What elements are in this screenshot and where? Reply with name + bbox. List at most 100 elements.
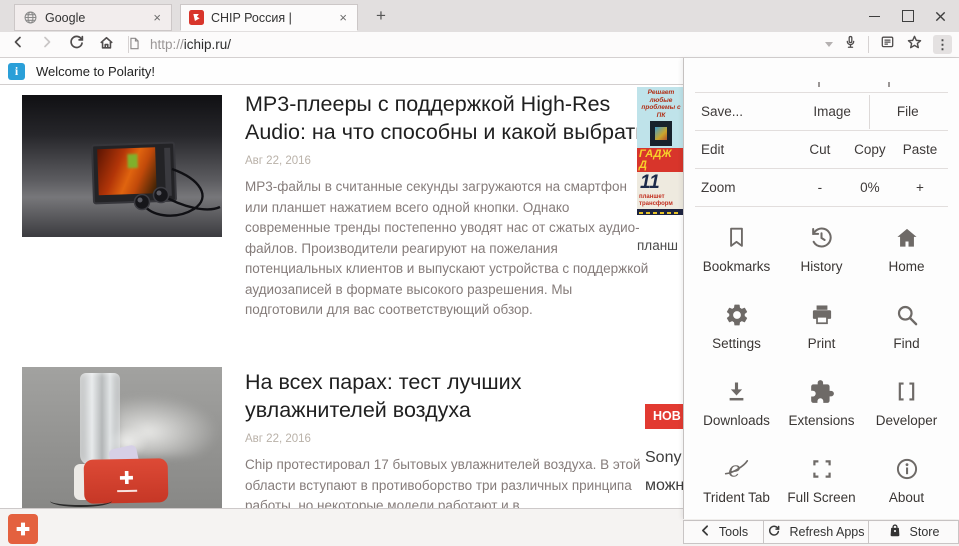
edit-label: Edit xyxy=(701,142,795,157)
home-icon xyxy=(894,224,920,252)
menu-print[interactable]: Print xyxy=(779,287,864,364)
menu-home[interactable]: Home xyxy=(864,210,949,287)
address-dropdown-icon[interactable] xyxy=(825,42,833,47)
save-file-button[interactable]: File xyxy=(870,104,945,119)
menu-about[interactable]: About xyxy=(864,441,949,518)
sidebar-caption: планш xyxy=(637,238,678,253)
close-button[interactable] xyxy=(924,0,957,32)
zoom-in-button[interactable]: + xyxy=(895,180,945,195)
zoom-label: Zoom xyxy=(701,180,795,195)
zoom-level-value: 0% xyxy=(845,180,895,195)
article-1: MP3-плееры с поддержкой High-Res Audio: … xyxy=(245,90,651,321)
home-button[interactable] xyxy=(98,34,115,56)
menu-clipped-row xyxy=(684,58,959,92)
menu-downloads[interactable]: Downloads xyxy=(694,364,779,441)
toolbar-divider xyxy=(868,36,869,53)
find-icon xyxy=(894,301,920,329)
url-text: http://ichip.ru/ xyxy=(150,37,231,52)
reading-list-icon[interactable] xyxy=(879,34,896,55)
article-summary: MP3-файлы в считанные секунды загружаютс… xyxy=(245,177,651,321)
cut-button[interactable]: Cut xyxy=(795,142,845,157)
tab-title: CHIP Россия | xyxy=(211,11,330,25)
new-tab-button[interactable]: + xyxy=(370,5,392,27)
magazine-cover-banner[interactable]: Решает любые проблемы с ПК ГАДЖД 11 план… xyxy=(637,87,685,215)
address-bar[interactable]: http://ichip.ru/ xyxy=(127,32,231,57)
refresh-icon xyxy=(767,524,781,541)
settings-icon xyxy=(724,301,750,329)
cover-thumbnail xyxy=(650,121,672,146)
menu-extensions[interactable]: Extensions xyxy=(779,364,864,441)
article-date: Авг 22, 2016 xyxy=(245,433,651,445)
article-date: Авг 22, 2016 xyxy=(245,155,651,167)
menu-full-screen[interactable]: Full Screen xyxy=(779,441,864,518)
polarity-plus-icon[interactable] xyxy=(8,514,38,544)
forward-button[interactable] xyxy=(39,34,55,55)
article-title-link[interactable]: MP3-плееры с поддержкой High-Res Audio: … xyxy=(245,90,651,146)
paste-button[interactable]: Paste xyxy=(895,142,945,157)
maximize-button[interactable] xyxy=(891,0,924,32)
menu-row-zoom: Zoom - 0% + xyxy=(684,169,959,206)
bookmark-star-icon[interactable] xyxy=(906,34,923,56)
menu-settings[interactable]: Settings xyxy=(694,287,779,364)
cover-band-text: ГАДЖД xyxy=(637,148,685,172)
tab-google[interactable]: Google × xyxy=(14,4,172,31)
navigation-toolbar: http://ichip.ru/ ⋮ xyxy=(0,32,959,58)
menu-row-edit: Edit Cut Copy Paste xyxy=(684,131,959,168)
cover-top-text: Решает любые проблемы с ПК xyxy=(637,87,685,120)
bottom-buttons: Tools Refresh Apps Store xyxy=(683,520,959,544)
tab-close-icon[interactable]: × xyxy=(337,10,349,25)
menu-bookmarks[interactable]: Bookmarks xyxy=(694,210,779,287)
menu-grid: Bookmarks History Home Settings xyxy=(684,207,959,518)
power-cord xyxy=(50,495,112,507)
back-button[interactable] xyxy=(10,34,26,55)
tab-close-icon[interactable]: × xyxy=(151,10,163,25)
svg-text:e: e xyxy=(728,457,741,482)
page-icon xyxy=(127,36,142,54)
menu-developer[interactable]: Developer xyxy=(864,364,949,441)
developer-icon xyxy=(894,378,919,406)
article-title-link[interactable]: На всех парах: тест лучших увлажнителей … xyxy=(245,368,580,424)
trident-ie-icon: e xyxy=(723,455,750,483)
save-image-button[interactable]: Image xyxy=(795,104,870,119)
chip-favicon-icon xyxy=(189,10,204,25)
browser-window: Google × CHIP Россия | × + xyxy=(0,0,959,546)
menu-history[interactable]: History xyxy=(779,210,864,287)
article-2: На всех парах: тест лучших увлажнителей … xyxy=(245,368,651,508)
window-controls xyxy=(858,0,957,32)
info-icon: i xyxy=(8,63,25,80)
history-icon xyxy=(808,224,835,252)
menu-find[interactable]: Find xyxy=(864,287,949,364)
copy-button[interactable]: Copy xyxy=(845,142,895,157)
refresh-apps-button[interactable]: Refresh Apps xyxy=(763,521,869,543)
article-summary: Chip протестировал 17 бытовых увлажнител… xyxy=(245,455,651,508)
cover-number: 11 xyxy=(637,172,685,193)
tools-button[interactable]: Tools xyxy=(684,521,763,543)
about-icon xyxy=(894,455,920,483)
downloads-icon xyxy=(724,378,749,406)
globe-icon xyxy=(23,10,38,25)
menu-row-save: Save... Image File xyxy=(684,93,959,130)
extensions-icon xyxy=(809,378,835,406)
store-bag-icon xyxy=(888,523,902,541)
browser-menu-panel: Save... Image File Edit Cut Copy Paste Z… xyxy=(683,58,959,519)
tab-chip[interactable]: CHIP Россия | × xyxy=(180,4,358,31)
menu-trident-tab[interactable]: e Trident Tab xyxy=(694,441,779,518)
minimize-button[interactable] xyxy=(858,0,891,32)
cover-sub-text: планшеттрансформ xyxy=(637,193,685,209)
menu-dots-button[interactable]: ⋮ xyxy=(933,35,952,54)
save-label: Save... xyxy=(701,104,795,119)
article-thumbnail-mp3-player[interactable] xyxy=(22,95,222,237)
print-icon xyxy=(809,301,835,329)
store-button[interactable]: Store xyxy=(869,521,958,543)
zoom-out-button[interactable]: - xyxy=(795,180,845,195)
tab-title: Google xyxy=(45,11,144,25)
article-thumbnail-humidifier[interactable] xyxy=(22,367,222,508)
infobar-text: Welcome to Polarity! xyxy=(36,64,155,79)
bookmarks-icon xyxy=(724,224,749,252)
cover-footer xyxy=(637,209,685,215)
refresh-button[interactable] xyxy=(68,34,85,56)
chevron-left-icon xyxy=(699,524,711,540)
fullscreen-icon xyxy=(810,455,834,483)
microphone-icon[interactable] xyxy=(843,34,858,55)
news-headline-link[interactable]: Sony можн прил xyxy=(645,444,684,508)
